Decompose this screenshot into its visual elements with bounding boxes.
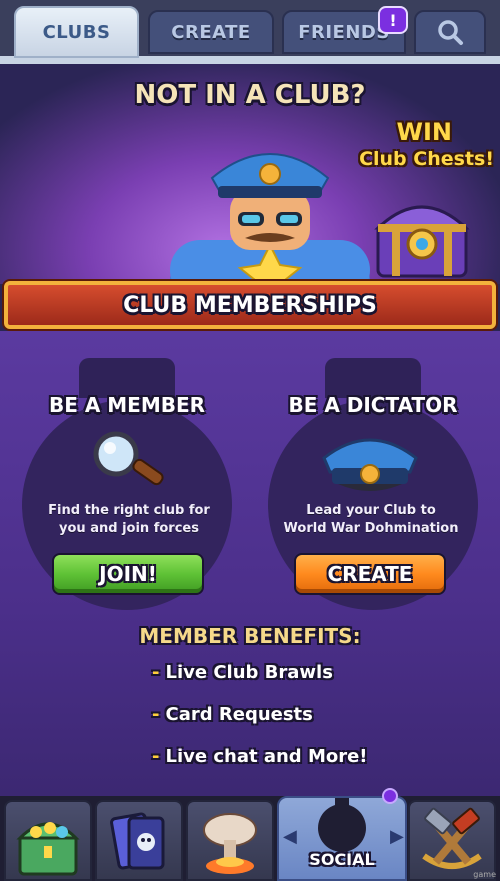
officer-cap-icon — [322, 438, 418, 491]
nav-cards-button[interactable] — [95, 800, 183, 881]
tab-clubs-label: CLUBS — [42, 21, 111, 43]
tab-create[interactable]: CREATE — [148, 10, 274, 54]
dictator-desc-line2: World War Dohmination — [283, 521, 459, 536]
dictator-description: Lead your Club to World War Dohmination — [256, 502, 486, 538]
member-benefits-title: MEMBER BENEFITS: — [139, 624, 361, 648]
mushroom-cloud-icon — [203, 813, 257, 874]
member-desc-line2: you and join forces — [59, 521, 199, 536]
hero-panel: NOT IN A CLUB? WIN Club Chests! — [0, 64, 500, 284]
general-character-icon — [170, 153, 370, 284]
be-a-dictator-title: BE A DICTATOR — [288, 393, 458, 417]
nav-chest-button[interactable] — [4, 800, 92, 881]
club-memberships-banner: CLUB MEMBERSHIPS — [4, 281, 496, 329]
join-button[interactable]: JOIN! — [52, 553, 204, 595]
benefit-bullet: - — [152, 662, 160, 683]
benefit-item: - Live chat and More! — [152, 746, 368, 767]
benefit-bullet: - — [152, 746, 160, 767]
tab-clubs[interactable]: CLUBS — [14, 6, 139, 58]
create-button-label: CREATE — [327, 562, 413, 586]
magnifying-glass-icon — [93, 431, 164, 486]
join-button-label: JOIN! — [99, 562, 157, 586]
social-icon — [318, 798, 366, 852]
crossed-hammers-icon — [422, 807, 482, 869]
nav-battle-button[interactable] — [186, 800, 274, 881]
benefit-text: Live chat and More! — [165, 746, 368, 767]
chevron-right-icon: ▶ — [390, 826, 404, 847]
benefit-text: Card Requests — [165, 704, 313, 725]
search-icon — [438, 20, 463, 45]
tab-search[interactable] — [414, 10, 486, 54]
member-description: Find the right club for you and join for… — [14, 502, 244, 538]
tab-friends-label: FRIENDS — [298, 21, 390, 43]
hero-title: NOT IN A CLUB? — [134, 80, 366, 110]
chevron-left-icon: ◀ — [283, 826, 297, 847]
watermark: game — [473, 870, 496, 879]
cards-icon — [110, 812, 165, 870]
social-label: SOCIAL — [309, 850, 375, 869]
friends-notification-badge: ! — [378, 6, 408, 34]
be-a-member-title: BE A MEMBER — [48, 393, 206, 417]
dictator-desc-line1: Lead your Club to — [306, 503, 436, 518]
tab-create-label: CREATE — [171, 21, 251, 43]
member-desc-line1: Find the right club for — [48, 503, 210, 518]
social-notification-dot — [382, 788, 398, 804]
benefit-bullet: - — [152, 704, 160, 725]
create-club-button[interactable]: CREATE — [294, 553, 446, 595]
dictator-circle-cap — [325, 358, 421, 398]
benefit-item: - Live Club Brawls — [152, 662, 333, 683]
treasure-chest-icon — [16, 822, 80, 876]
nav-clan-button[interactable] — [408, 800, 496, 881]
club-chest-icon — [374, 205, 470, 278]
benefit-text: Live Club Brawls — [165, 662, 333, 683]
benefit-item: - Card Requests — [152, 704, 313, 725]
win-label: WIN — [396, 118, 453, 146]
member-circle-cap — [79, 358, 175, 398]
